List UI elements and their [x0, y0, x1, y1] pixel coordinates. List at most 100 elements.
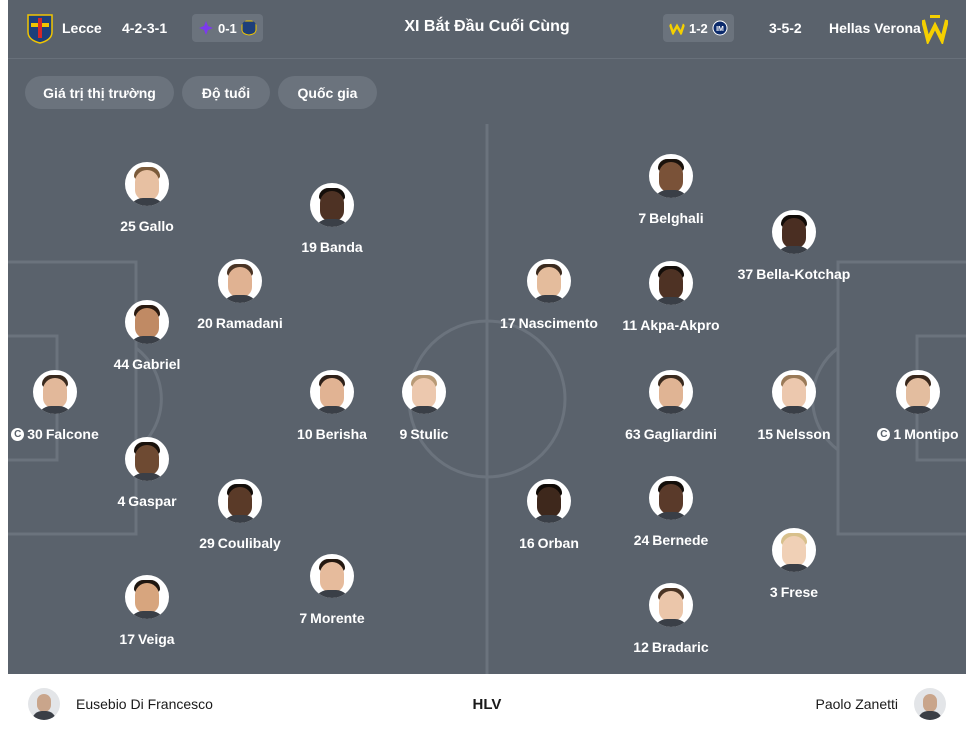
player-home-falcone[interactable]: C 30 Falcone — [8, 370, 120, 442]
player-shirt — [653, 297, 689, 305]
player-face — [135, 445, 159, 475]
player-face — [659, 269, 683, 299]
coach-face — [923, 694, 937, 712]
player-name: Bella-Kotchap — [756, 266, 851, 282]
away-last-match[interactable]: 1-2 IM — [663, 14, 734, 42]
player-number: 37 — [737, 266, 754, 282]
player-number: 7 — [299, 610, 308, 626]
player-number: 3 — [769, 584, 778, 600]
player-label: 25 Gallo — [82, 218, 212, 234]
player-away-bradaric[interactable]: 12 Bradaric — [606, 583, 736, 655]
player-photo — [125, 575, 169, 619]
page-title: XI Bắt Đầu Cuối Cùng — [404, 18, 570, 35]
player-away-akpa-akpro[interactable]: 11 Akpa-Akpro — [606, 261, 736, 333]
player-home-banda[interactable]: 19 Banda — [267, 183, 397, 255]
player-shirt — [776, 564, 812, 572]
player-home-stulic[interactable]: 9 Stulic — [359, 370, 489, 442]
player-face — [782, 378, 806, 408]
player-photo — [218, 259, 262, 303]
player-photo — [649, 476, 693, 520]
player-name: Nascimento — [518, 315, 598, 331]
player-photo — [33, 370, 77, 414]
player-shirt — [37, 406, 73, 414]
player-label: 63 Gagliardini — [606, 426, 736, 442]
player-number: 17 — [119, 631, 135, 647]
player-label: 20 Ramadani — [175, 315, 305, 331]
player-home-gallo[interactable]: 25 Gallo — [82, 162, 212, 234]
away-coach-name[interactable]: Paolo Zanetti — [816, 696, 899, 712]
player-number: 25 — [120, 218, 136, 234]
player-name: Gagliardini — [643, 426, 717, 442]
player-label: 11 Akpa-Akpro — [606, 317, 736, 333]
player-away-bella-kotchap[interactable]: 37 Bella-Kotchap — [729, 210, 859, 282]
player-number: 12 — [633, 639, 649, 655]
player-name: Nelsson — [776, 426, 831, 442]
player-home-ramadani[interactable]: 20 Ramadani — [175, 259, 305, 331]
filter-market-value[interactable]: Giá trị thị trường — [25, 76, 174, 109]
away-formation: 3-5-2 — [769, 20, 802, 36]
away-team-name[interactable]: Hellas Verona — [829, 20, 921, 36]
player-shirt — [314, 406, 350, 414]
player-away-nelsson[interactable]: 15 Nelsson — [729, 370, 859, 442]
pitch: C 30 Falcone 25 Gallo 44 Gabriel 4 Gaspa… — [8, 124, 966, 674]
player-face — [43, 378, 67, 408]
player-shirt — [900, 406, 936, 414]
player-number: 10 — [297, 426, 313, 442]
captain-icon: C — [11, 427, 25, 441]
filter-age[interactable]: Độ tuổi — [182, 76, 270, 109]
filter-bar: Giá trị thị trường Độ tuổi Quốc gia — [8, 58, 966, 124]
player-shirt — [129, 198, 165, 206]
player-home-morente[interactable]: 7 Morente — [267, 554, 397, 626]
player-face — [412, 378, 436, 408]
away-coach-avatar[interactable] — [914, 688, 946, 720]
player-face — [782, 218, 806, 248]
player-shirt — [129, 336, 165, 344]
player-name: Gaspar — [128, 493, 177, 509]
player-face — [320, 191, 344, 221]
player-number: 16 — [519, 535, 535, 551]
player-away-frese[interactable]: 3 Frese — [729, 528, 859, 600]
player-face — [906, 378, 930, 408]
player-number: 44 — [113, 356, 130, 372]
player-face — [537, 487, 561, 517]
player-away-bernede[interactable]: 24 Bernede — [606, 476, 736, 548]
player-photo — [125, 162, 169, 206]
player-label: 44 Gabriel — [82, 356, 212, 372]
player-number: 17 — [500, 315, 516, 331]
player-number: 1 — [893, 426, 902, 442]
player-number: 11 — [622, 317, 638, 333]
player-label: 17 Nascimento — [484, 315, 614, 331]
player-face — [135, 583, 159, 613]
player-away-belghali[interactable]: 7 Belghali — [606, 154, 736, 226]
player-number: 63 — [625, 426, 641, 442]
inter-logo: IM — [712, 20, 728, 36]
player-home-veiga[interactable]: 17 Veiga — [82, 575, 212, 647]
away-last-score: 1-2 — [689, 20, 708, 36]
player-home-coulibaly[interactable]: 29 Coulibaly — [175, 479, 305, 551]
player-away-gagliardini[interactable]: 63 Gagliardini — [606, 370, 736, 442]
player-shirt — [531, 515, 567, 523]
player-face — [135, 170, 159, 200]
filter-nationality[interactable]: Quốc gia — [278, 76, 377, 109]
player-name: Stulic — [410, 426, 449, 442]
lineup-header: Lecce 4-2-3-1 0-1 XI Bắt Đầu Cuối Cùng 1… — [8, 0, 966, 58]
player-number: 7 — [638, 210, 647, 226]
hellas-verona-logo[interactable] — [922, 14, 948, 44]
player-face — [782, 536, 806, 566]
player-name: Montipo — [904, 426, 959, 442]
player-away-orban[interactable]: 16 Orban — [484, 479, 614, 551]
player-number: 9 — [399, 426, 408, 442]
player-shirt — [314, 219, 350, 227]
player-number: 4 — [117, 493, 126, 509]
player-away-montipo[interactable]: C 1 Montipo — [853, 370, 966, 442]
player-label: C 1 Montipo — [853, 426, 966, 442]
player-face — [537, 267, 561, 297]
player-shirt — [776, 246, 812, 254]
player-label: 16 Orban — [484, 535, 614, 551]
player-shirt — [406, 406, 442, 414]
player-name: Veiga — [137, 631, 175, 647]
player-number: 20 — [197, 315, 213, 331]
player-label: 17 Veiga — [82, 631, 212, 647]
player-name: Banda — [319, 239, 363, 255]
player-away-nascimento[interactable]: 17 Nascimento — [484, 259, 614, 331]
